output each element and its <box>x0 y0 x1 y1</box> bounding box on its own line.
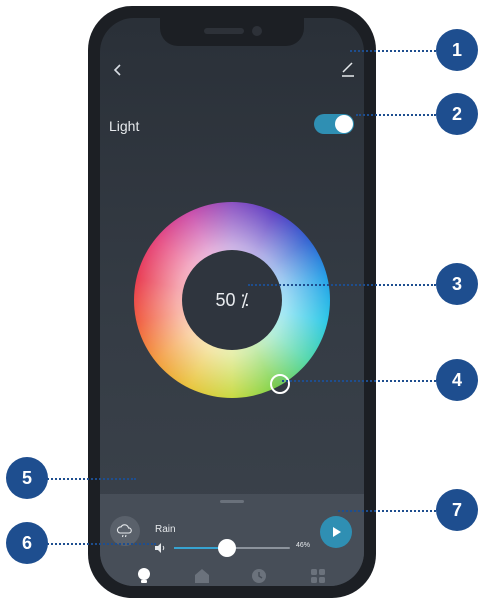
chevron-left-icon <box>113 64 121 76</box>
tab-home[interactable] <box>191 566 213 586</box>
callout-3: 3 <box>436 263 478 305</box>
edit-button[interactable] <box>340 60 356 78</box>
panel-drag-handle[interactable] <box>220 500 244 503</box>
speaker <box>204 28 244 34</box>
pencil-icon <box>342 62 354 77</box>
light-label: Light <box>109 118 140 134</box>
play-icon <box>333 527 341 537</box>
lightbulb-icon <box>138 568 150 583</box>
tab-clock[interactable] <box>248 566 270 586</box>
callout-1: 1 <box>436 29 478 71</box>
callout-6: 6 <box>6 522 48 564</box>
callout-line-1 <box>350 50 436 52</box>
callout-line-3 <box>248 284 436 286</box>
tab-light[interactable] <box>133 566 155 586</box>
callout-line-7 <box>338 510 436 512</box>
play-button[interactable] <box>320 516 352 548</box>
tab-apps[interactable] <box>307 566 329 586</box>
callout-line-2 <box>356 114 436 116</box>
callout-line-6 <box>40 543 156 545</box>
color-picker-handle[interactable] <box>270 374 290 394</box>
sound-title: Rain <box>155 524 176 535</box>
brightness-value: 50 ⁒ <box>182 250 282 350</box>
camera <box>252 26 262 36</box>
volume-percent: 46% <box>296 542 311 549</box>
light-toggle[interactable] <box>314 114 354 134</box>
callout-line-5 <box>40 478 136 480</box>
color-wheel[interactable]: 50 ⁒ <box>134 202 330 398</box>
toggle-knob <box>335 115 353 133</box>
grid-icon <box>311 569 325 583</box>
weather-sound-button[interactable] <box>110 516 140 546</box>
volume-slider-thumb[interactable] <box>218 539 236 557</box>
callout-5: 5 <box>6 457 48 499</box>
notch <box>160 18 304 46</box>
app-screen: Light 50 ⁒ Rain 46% <box>100 18 364 586</box>
callout-2: 2 <box>436 93 478 135</box>
callout-line-4 <box>282 380 436 382</box>
clock-icon <box>252 569 266 583</box>
callout-7: 7 <box>436 489 478 531</box>
callout-4: 4 <box>436 359 478 401</box>
home-icon <box>195 569 209 583</box>
phone-frame: Light 50 ⁒ Rain 46% <box>88 6 376 598</box>
cloud-rain-icon <box>116 524 132 538</box>
tab-bar <box>100 566 364 586</box>
back-button[interactable] <box>108 60 128 80</box>
